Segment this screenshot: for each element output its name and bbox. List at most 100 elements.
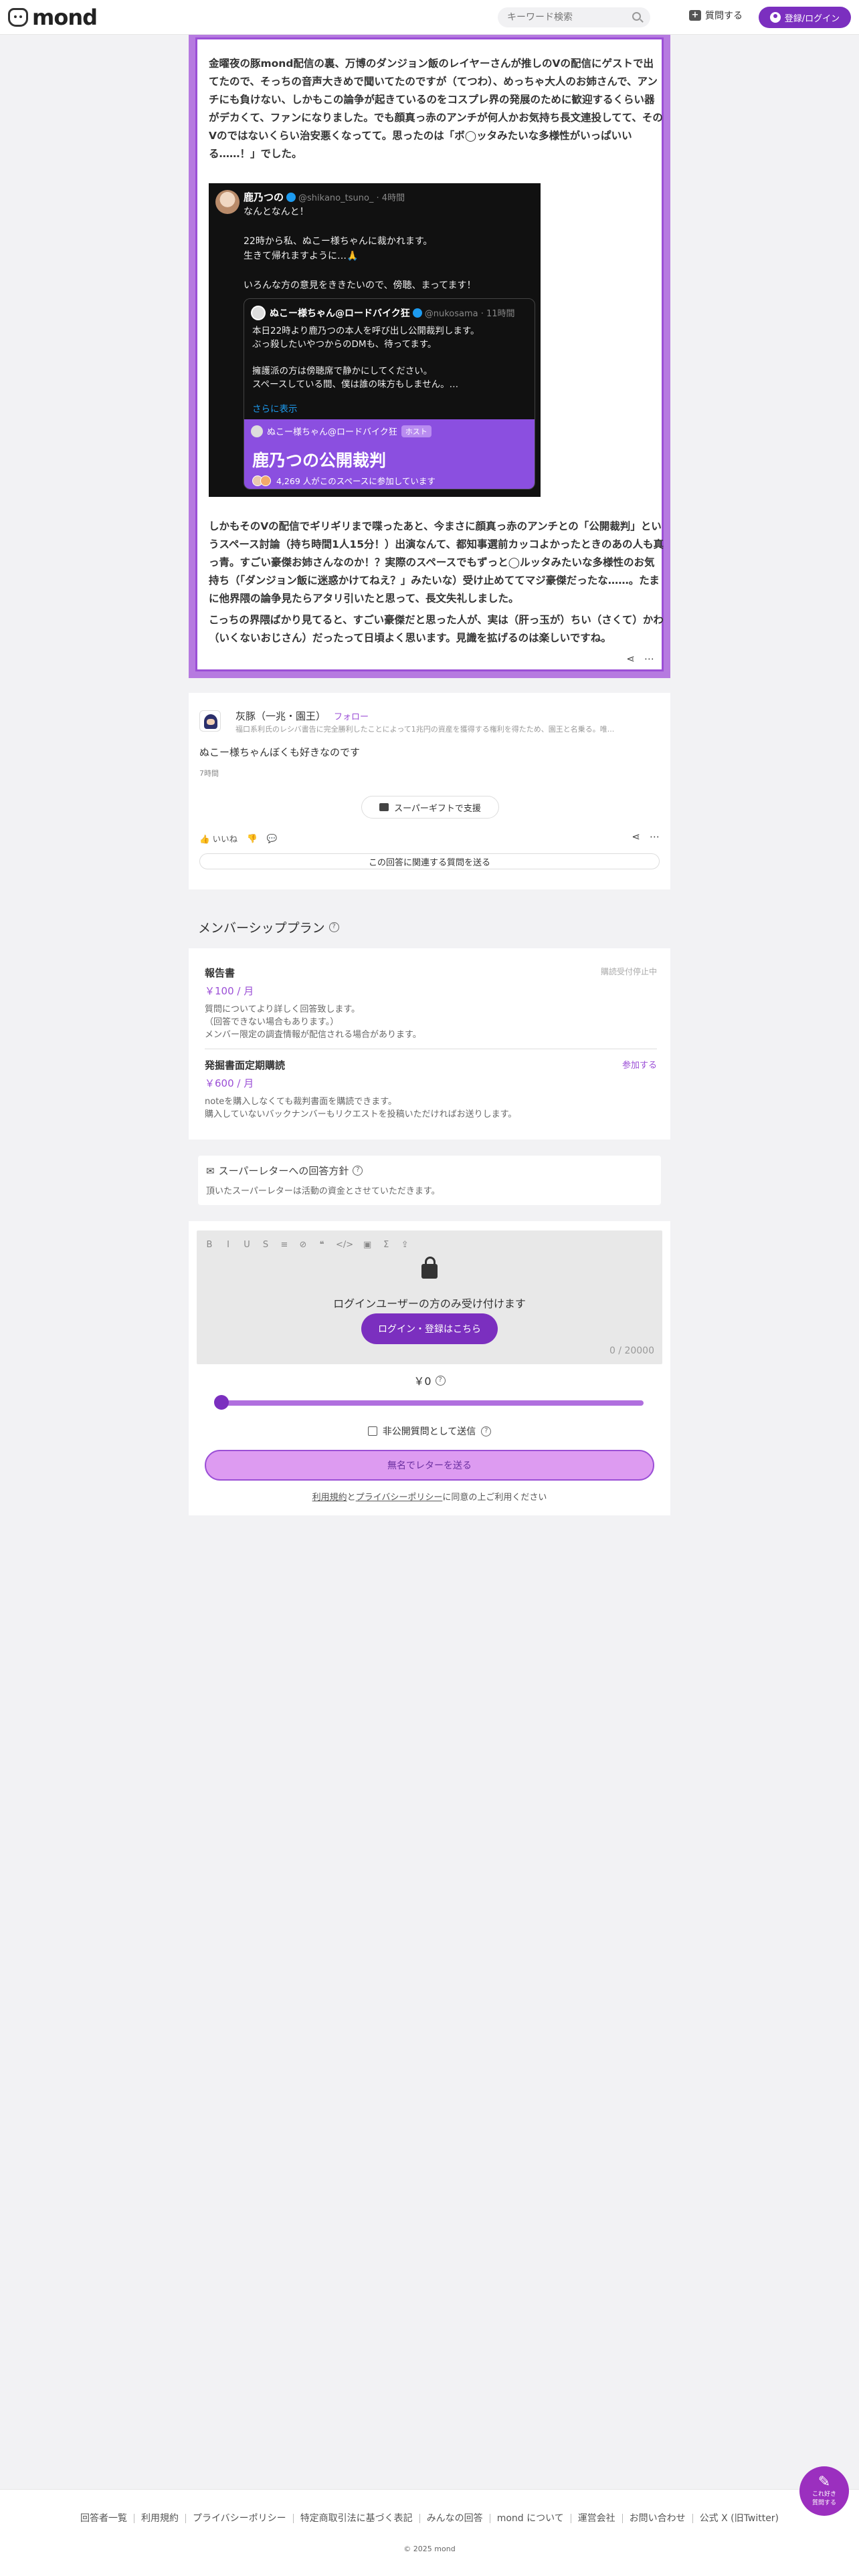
footer-links: 回答者一覧 利用規約 プライバシーポリシー 特定商取引法に基づく表記 みんなの回… xyxy=(0,2514,859,2523)
user-icon xyxy=(769,12,781,23)
quoted-tweet[interactable]: ぬこー様ちゃん@ロードバイク狂 @nukosama · 11時間 本日22時より鹿… xyxy=(244,298,535,490)
space-title: 鹿乃つの公開裁判 xyxy=(252,451,387,470)
italic-icon[interactable]: I xyxy=(223,1240,233,1250)
formula-icon[interactable]: Σ xyxy=(381,1240,391,1250)
share-icon[interactable]: ⋖ xyxy=(626,653,635,665)
bold-icon[interactable]: B xyxy=(205,1240,214,1250)
more-icon[interactable]: ⋯ xyxy=(644,653,654,665)
tweet-handle: @shikano_tsuno_ · 4時間 xyxy=(298,193,405,203)
reply-icon[interactable]: 💬 xyxy=(267,833,278,844)
show-more-link[interactable]: さらに表示 xyxy=(252,401,298,415)
footer-link-commerce[interactable]: 特定商取引法に基づく表記 xyxy=(292,2514,419,2523)
fab-label-line1: これ好き xyxy=(812,2491,836,2498)
footer-link-company[interactable]: 運営会社 xyxy=(570,2514,622,2523)
plus-icon: + xyxy=(689,10,701,21)
join-plan-button[interactable]: 参加する xyxy=(622,1058,657,1071)
plan-price: ￥100 / 月 xyxy=(205,985,254,997)
super-gift-button[interactable]: スーパーギフトで支援 xyxy=(361,796,499,819)
commenter-avatar[interactable] xyxy=(199,710,221,732)
membership-plan: 発掘書面定期購読 ￥600 / 月 noteを購入しなくても裁判書面を購読できま… xyxy=(205,1058,657,1121)
embedded-tweet[interactable]: 鹿乃つの @shikano_tsuno_ · 4時間 なんとなんと！ 22時から私… xyxy=(209,183,541,497)
quote-icon[interactable]: ❝ xyxy=(317,1240,326,1250)
thumbs-up-icon: 👍 xyxy=(199,834,210,844)
link-icon[interactable]: ⊘ xyxy=(298,1240,308,1250)
plan-description: 質問についてより詳しく回答致します。 （回答できない場合もあります。） メンバー… xyxy=(205,1004,421,1040)
quote-avatar xyxy=(251,306,266,320)
help-icon[interactable]: ? xyxy=(353,1166,363,1176)
pencil-icon: ✎ xyxy=(818,2474,831,2490)
like-label: いいね xyxy=(212,834,238,844)
terms-link[interactable]: 利用規約 xyxy=(312,1493,347,1503)
floating-ask-button[interactable]: ✎ これ好き 質問する xyxy=(799,2466,849,2516)
quote-handle: @nukosama · 11時間 xyxy=(424,309,515,319)
footer-link-contact[interactable]: お問い合わせ xyxy=(622,2514,692,2523)
agree-suffix: に同意の上ご利用ください xyxy=(442,1493,547,1503)
agreement-text: 利用規約とプライバシーポリシーに同意の上ご利用ください xyxy=(189,1490,670,1503)
space-host-name: ぬこー様ちゃん@ロードバイク狂 xyxy=(267,427,397,437)
upload-icon[interactable]: ⇪ xyxy=(400,1240,409,1250)
character-count: 0 / 20000 xyxy=(609,1346,654,1356)
site-footer: 回答者一覧 利用規約 プライバシーポリシー 特定商取引法に基づく表記 みんなの回… xyxy=(0,2489,859,2576)
comment-text: ぬこー様ちゃんぼくも好きなのです xyxy=(199,746,361,758)
footer-link-answerers[interactable]: 回答者一覧 xyxy=(74,2514,134,2523)
footer-link-about[interactable]: mond について xyxy=(489,2514,571,2523)
site-logo[interactable]: mond xyxy=(8,5,98,30)
plan-status: 購読受付停止中 xyxy=(600,967,657,976)
thumbs-down-icon[interactable]: 👎 xyxy=(247,833,258,844)
image-icon[interactable]: ▣ xyxy=(363,1240,372,1250)
comment-actions: 👍 いいね 👎 💬 xyxy=(199,832,277,845)
cat-logo-icon xyxy=(8,7,28,27)
ask-question-button[interactable]: + 質問する xyxy=(689,9,743,22)
search-icon[interactable] xyxy=(632,12,641,21)
related-question-button[interactable]: この回答に関連する質問を送る xyxy=(199,853,660,869)
comment-time: 7時間 xyxy=(199,769,219,778)
like-button[interactable]: 👍 いいね xyxy=(199,832,237,845)
space-listener-count: 4,269 人がこのスペースに参加しています xyxy=(276,476,436,486)
policy-title: スーパーレターへの回答方針 xyxy=(218,1165,349,1177)
comment-actions-right: ⋖ ⋯ xyxy=(632,831,660,843)
quote-body: 本日22時より鹿乃つの本人を呼び出し公開裁判します。 ぶっ殺したいやつからのDM… xyxy=(252,326,480,390)
underline-icon[interactable]: U xyxy=(242,1240,252,1250)
code-icon[interactable]: </> xyxy=(336,1240,353,1250)
space-host-row: ぬこー様ちゃん@ロードバイク狂 ホスト xyxy=(251,425,432,437)
super-letter-form: B I U S ≡ ⊘ ❝ </> ▣ Σ ⇪ ログインユーザーの方のみ受け付け… xyxy=(189,1221,670,1515)
super-letter-policy: ✉ スーパーレターへの回答方針 ? 頂いたスーパーレターは活動の資金とさせていた… xyxy=(198,1156,661,1205)
share-icon[interactable]: ⋖ xyxy=(632,831,640,843)
private-label: 非公開質問として送信 xyxy=(382,1426,476,1437)
follow-button[interactable]: フォロー xyxy=(334,712,369,722)
tweet-body: なんとなんと！ 22時から私、ぬこー様ちゃんに裁かれます。 生きて帰れますように… xyxy=(244,207,476,291)
privacy-link[interactable]: プライバシーポリシー xyxy=(356,1493,443,1503)
login-button[interactable]: 登録/ログイン xyxy=(759,7,851,28)
answer-card: 金曜夜の豚mond配信の裏、万博のダンジョン飯のレイヤーさんが推しのVの配信にゲ… xyxy=(189,35,670,678)
space-card[interactable]: ぬこー様ちゃん@ロードバイク狂 ホスト 鹿乃つの公開裁判 4,269 人がこのス… xyxy=(244,419,535,489)
help-icon[interactable]: ? xyxy=(435,1375,446,1386)
help-icon[interactable]: ? xyxy=(481,1426,492,1436)
amount-value: ￥0 xyxy=(413,1375,432,1388)
tweet-avatar xyxy=(215,190,240,214)
more-icon[interactable]: ⋯ xyxy=(650,831,660,843)
strikethrough-icon[interactable]: S xyxy=(261,1240,270,1250)
gift-icon xyxy=(379,803,389,811)
plan-title: 発掘書面定期購読 xyxy=(205,1059,286,1071)
commenter-name[interactable]: 灰豚（一兆・園王） xyxy=(235,710,326,722)
amount-row: ￥0 ? xyxy=(189,1372,670,1388)
footer-link-x[interactable]: 公式 X (旧Twitter) xyxy=(692,2514,785,2523)
footer-link-privacy[interactable]: プライバシーポリシー xyxy=(185,2514,293,2523)
footer-link-answers[interactable]: みんなの回答 xyxy=(419,2514,490,2523)
commenter-name-row: 灰豚（一兆・園王） フォロー xyxy=(235,709,369,723)
search-input[interactable] xyxy=(507,12,628,23)
footer-link-terms[interactable]: 利用規約 xyxy=(133,2514,185,2523)
super-gift-label: スーパーギフトで支援 xyxy=(394,803,481,814)
send-letter-button[interactable]: 無名でレターを送る xyxy=(205,1450,654,1481)
space-listeners: 4,269 人がこのスペースに参加しています xyxy=(252,474,436,487)
lock-icon xyxy=(421,1257,438,1279)
letter-icon: ✉ xyxy=(206,1164,215,1177)
tweet-author-name: 鹿乃つの xyxy=(244,191,284,203)
list-icon[interactable]: ≡ xyxy=(280,1240,289,1250)
private-checkbox[interactable] xyxy=(367,1426,377,1436)
amount-slider[interactable] xyxy=(214,1395,644,1410)
copyright: © 2025 mond xyxy=(403,2545,456,2553)
login-register-button[interactable]: ログイン・登録はこちら xyxy=(361,1313,498,1344)
slider-thumb[interactable] xyxy=(214,1395,229,1410)
help-icon[interactable]: ? xyxy=(328,922,339,932)
